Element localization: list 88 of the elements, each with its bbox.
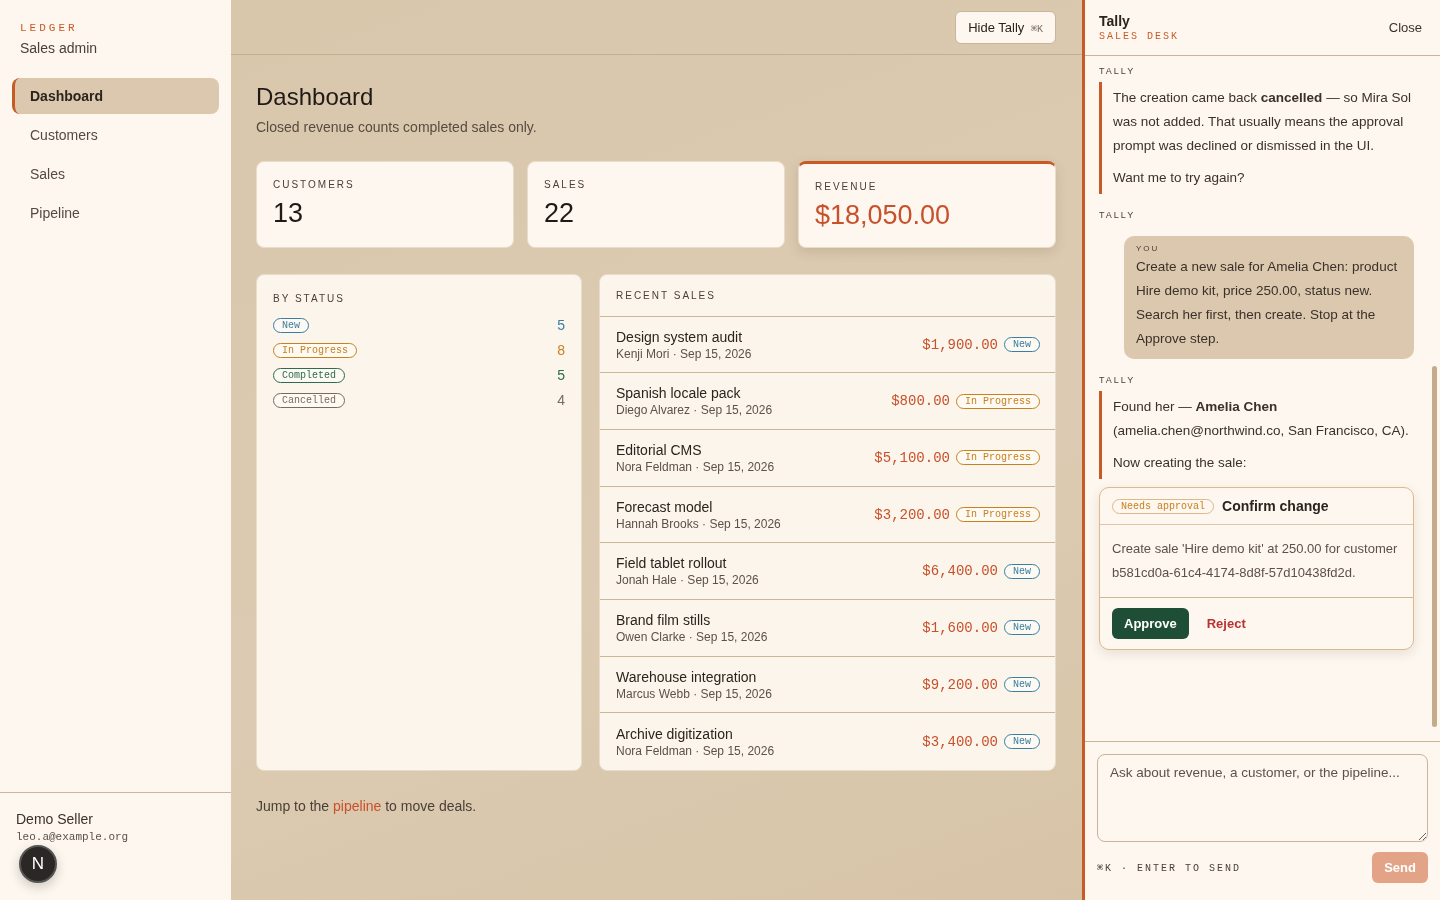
sale-meta: Nora Feldman · Sep 15, 2026 — [616, 459, 776, 474]
sale-title: Forecast model — [616, 498, 714, 515]
stat-label: CUSTOMERS — [273, 179, 356, 190]
message-author: TALLY — [1099, 210, 1137, 220]
sale-row[interactable]: Editorial CMS Nora Feldman · Sep 15, 2026 $5,100.00 In Progress — [600, 430, 1055, 487]
sale-meta: Jonah Hale · Sep 15, 2026 — [616, 573, 760, 588]
stat-value: $18,050.00 — [815, 200, 952, 231]
status-pill: New — [1004, 337, 1040, 353]
sale-row[interactable]: Warehouse integration Marcus Webb · Sep 15, 2026 $9,200.00 New — [600, 656, 1055, 714]
chat-subtitle: SALES DESK — [1099, 31, 1179, 42]
panel-title: RECENT SALES — [616, 289, 716, 301]
shortcut-hint: ⌘K · ENTER TO SEND — [1097, 861, 1242, 874]
sale-row[interactable]: Forecast model Hannah Brooks · Sep 15, 2026 $3,200.00 In Progress — [600, 486, 1055, 544]
reject-button[interactable]: Reject — [1196, 608, 1256, 639]
sale-meta: Hannah Brooks · Sep 15, 2026 — [616, 516, 782, 531]
brand-eyebrow: LEDGER — [20, 22, 79, 34]
sale-title: Design system audit — [616, 328, 744, 345]
sale-title: Brand film stills — [616, 611, 712, 628]
sale-row[interactable]: Brand film stills Owen Clarke · Sep 15, 2026 $1,600.00 New — [600, 600, 1055, 657]
message-author: YOU — [1136, 244, 1161, 253]
sale-amount: $3,200.00 — [874, 506, 950, 523]
page-title: Dashboard — [256, 83, 375, 111]
approve-button[interactable]: Approve — [1112, 608, 1189, 639]
status-pill: Completed — [273, 367, 345, 383]
status-pill: New — [1004, 677, 1040, 692]
status-pill: In Progress — [956, 507, 1040, 523]
footer-note-text: Jump to the — [256, 798, 330, 814]
status-count: 4 — [557, 392, 565, 408]
message-text: The creation came back cancelled — so Mira Sol was not added. That usually means the approval prompt was declined or dismissed in the UI. — [1113, 89, 1412, 155]
sale-title: Field tablet rollout — [616, 555, 728, 572]
sale-meta: Owen Clarke · Sep 15, 2026 — [616, 629, 769, 644]
stat-label: REVENUE — [815, 181, 879, 192]
status-pill: In Progress — [956, 393, 1040, 409]
sale-amount: $1,600.00 — [922, 619, 998, 636]
approval-text: Create sale 'Hire demo kit' at 250.00 for customer b581cd0a-61c4-4174-8d8f-57d10438fd2d. — [1100, 525, 1413, 598]
stat-value: 22 — [544, 198, 576, 229]
message-text: Want me to try again? — [1113, 169, 1246, 187]
dev-badge[interactable]: N — [19, 845, 57, 883]
status-pill: New — [1004, 620, 1040, 636]
status-pill: New — [1004, 563, 1040, 579]
sale-amount: $5,100.00 — [874, 449, 950, 466]
sale-meta: Diego Alvarez · Sep 15, 2026 — [616, 403, 774, 418]
user-email: leo.a@example.org — [16, 831, 130, 843]
stat-label: SALES — [544, 179, 588, 190]
sale-title: Spanish locale pack — [616, 385, 742, 402]
status-count: 5 — [557, 367, 565, 383]
footer-note-text: to move deals. — [385, 798, 477, 814]
status-count: 8 — [557, 342, 565, 358]
sale-row[interactable]: Design system audit Kenji Mori · Sep 15, 2026 $1,900.00 New — [600, 316, 1055, 374]
nav-item[interactable]: Sales — [12, 156, 219, 192]
sale-title: Warehouse integration — [616, 668, 758, 685]
hide-tally-button[interactable]: Hide Tally ⌘K — [955, 10, 1056, 44]
sale-meta: Kenji Mori · Sep 15, 2026 — [616, 346, 753, 361]
user-name: Demo Seller — [16, 811, 95, 827]
message-author: TALLY — [1099, 375, 1137, 385]
sale-amount: $800.00 — [891, 393, 950, 410]
sale-row[interactable]: Archive digitization Nora Feldman · Sep 15, 2026 $3,400.00 New — [600, 713, 1055, 770]
message-text: Now creating the sale: — [1113, 454, 1248, 472]
status-count: 5 — [557, 317, 565, 333]
page-subtitle: Closed revenue counts completed sales only. — [256, 119, 538, 135]
nav-item[interactable]: Pipeline — [12, 195, 219, 231]
sale-row[interactable]: Spanish locale pack Diego Alvarez · Sep 15, 2026 $800.00 In Progress — [600, 373, 1055, 431]
sale-title: Editorial CMS — [616, 441, 703, 458]
status-pill: In Progress — [273, 342, 357, 358]
message-text: Found her — Amelia Chen (amelia.chen@northwind.co, San Francisco, CA). — [1113, 398, 1410, 440]
brand-title: Sales admin — [20, 40, 99, 56]
message-author: TALLY — [1099, 66, 1137, 76]
close-button[interactable]: Close — [1382, 19, 1428, 36]
sale-title: Archive digitization — [616, 725, 734, 742]
status-pill: Cancelled — [273, 392, 345, 408]
message-input[interactable]: Ask about revenue, a customer, or the pipeline... — [1097, 754, 1428, 842]
sale-amount: $6,400.00 — [922, 563, 998, 580]
status-pill: In Progress — [956, 450, 1040, 466]
stat-value: 13 — [273, 198, 305, 229]
sale-meta: Nora Feldman · Sep 15, 2026 — [616, 743, 776, 758]
nav-item[interactable]: Customers — [12, 117, 219, 153]
panel-title: BY STATUS — [273, 293, 346, 304]
status-pill: New — [1004, 734, 1040, 750]
sale-amount: $3,400.00 — [922, 733, 998, 750]
sale-amount: $1,900.00 — [922, 336, 998, 353]
sale-amount: $9,200.00 — [922, 676, 998, 693]
status-pill: New — [273, 317, 309, 333]
nav-item[interactable]: Dashboard — [12, 78, 219, 114]
sale-row[interactable]: Field tablet rollout Jonah Hale · Sep 15, 2026 $6,400.00 New — [600, 543, 1055, 601]
sale-meta: Marcus Webb · Sep 15, 2026 — [616, 686, 773, 701]
message-text: Create a new sale for Amelia Chen: product Hire demo kit, price 250.00, status new. Search her first, then create. Stop at the Approve step. — [1136, 258, 1399, 348]
chat-title: Tally — [1099, 13, 1131, 29]
approval-title: Confirm change — [1222, 498, 1329, 514]
